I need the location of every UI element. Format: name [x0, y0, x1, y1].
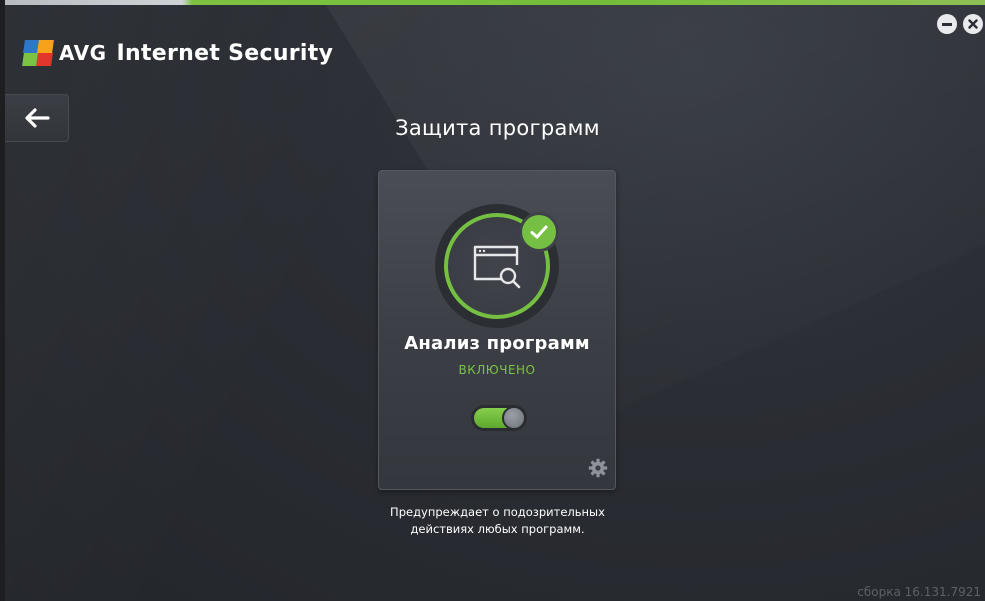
avg-logo-icon	[21, 38, 55, 68]
settings-button[interactable]	[587, 457, 609, 479]
brand-name: AVG	[59, 41, 107, 65]
build-version: сборка 16.131.7921	[857, 585, 981, 599]
top-accent-bar	[5, 0, 985, 5]
window-controls	[931, 14, 983, 34]
close-button[interactable]	[963, 14, 983, 34]
gear-icon	[588, 458, 608, 478]
app-window: AVG Internet Security Защита программ Ан…	[0, 0, 985, 601]
enable-toggle[interactable]	[471, 405, 527, 431]
minus-icon	[942, 22, 952, 26]
close-icon	[968, 19, 978, 29]
feature-description: Предупреждает о подозрительных действиях…	[345, 504, 650, 538]
product-name: Internet Security	[116, 40, 334, 66]
minimize-button[interactable]	[937, 14, 957, 34]
check-icon	[530, 225, 548, 239]
description-line: Предупреждает о подозрительных	[390, 505, 605, 519]
enabled-badge	[522, 215, 556, 249]
card-title: Анализ программ	[404, 333, 590, 354]
page-title: Защита программ	[395, 116, 600, 140]
program-analysis-card[interactable]: Анализ программ ВКЛЮЧЕНО	[378, 170, 616, 490]
toggle-knob	[502, 406, 526, 430]
description-line: действиях любых программ.	[410, 522, 585, 536]
window-search-icon	[473, 245, 521, 289]
toggle-track	[474, 406, 526, 430]
app-brand: AVG Internet Security	[21, 36, 333, 70]
status-label: ВКЛЮЧЕНО	[458, 363, 536, 377]
